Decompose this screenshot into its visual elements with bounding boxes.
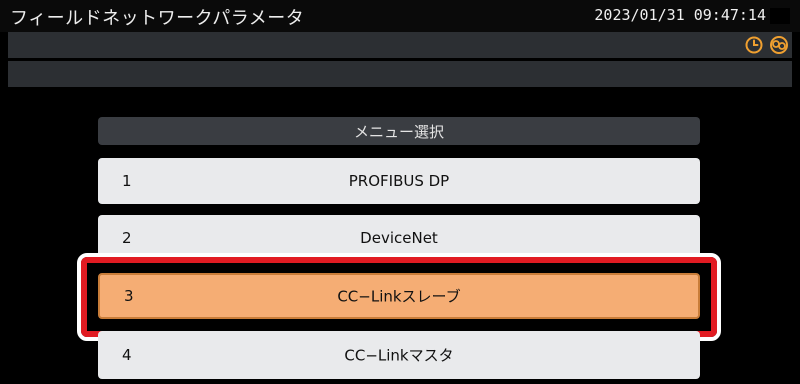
menu-item-label: PROFIBUS DP [348, 172, 450, 190]
menu-header: メニュー選択 [98, 117, 700, 145]
status-icons [744, 35, 790, 55]
menu-item-label: CC−Linkマスタ [344, 346, 454, 365]
title-bar: フィールドネットワークパラメータ 2023/01/31 09:47:14 [0, 0, 800, 32]
menu-item-profibus-dp[interactable]: 1 PROFIBUS DP [98, 158, 700, 204]
clock-icon[interactable] [744, 35, 764, 55]
menu-item-cc-link-master[interactable]: 4 CC−Linkマスタ [98, 331, 700, 379]
datetime-display: 2023/01/31 09:47:14 [594, 6, 766, 24]
menu-item-label: DeviceNet [360, 229, 438, 247]
network-icon[interactable] [768, 35, 790, 55]
message-bar [8, 61, 792, 87]
menu-item-cc-link-slave[interactable]: 3 CC−Linkスレーブ [98, 273, 700, 319]
corner-block [770, 8, 790, 24]
page-title: フィールドネットワークパラメータ [10, 8, 305, 29]
status-bar [8, 32, 792, 58]
menu-item-label: CC−Linkスレーブ [337, 287, 461, 306]
